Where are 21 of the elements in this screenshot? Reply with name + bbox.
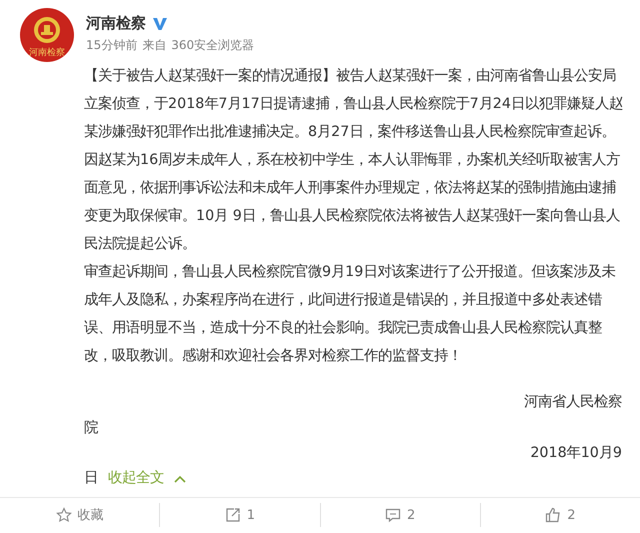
post-paragraph: 审查起诉期间，鲁山县人民检察院官微9月19日对该案进行了公开报道。但该案涉及未成年人及隐私，办案程序尚在进行，此间进行报道是错误的，并且报道中多处表述错误、用语明显不当，造成十分不良的社会影响。我院已责成鲁山县人民检察院认真整改，吸取教训。感谢和欢迎社会各界对检察工作的监督支持！ [84,262,616,366]
caret-icon [174,474,186,482]
comment-icon [384,507,401,523]
collapse-link[interactable]: 收起全文 [108,466,164,491]
signature: 院 [84,419,98,438]
favorite-button[interactable]: 收藏 [0,503,160,527]
thumbs-up-icon [545,507,562,523]
source-label: 来自 [142,37,166,54]
comment-button[interactable]: 2 [320,503,480,527]
avatar-logo[interactable]: 河南检察 [20,8,74,62]
post-paragraph: 【关于被告人赵某强奸一案的情况通报】被告人赵某强奸一案，由河南省鲁山县公安局立案侦查，于2018年7月17日提请逮捕，鲁山县人民检察院于7月24日以犯罪嫌疑人赵某涉嫌强奸犯罪作出批准逮捕决定。8月27日，案件移送鲁山县人民检察院审查起诉。因赵某为16周岁未成年人，系在校初中学生，本人认罪悔罪，办案机关经听取被害人方面意见，依据刑事诉讼法和未成年人刑事案件办理规定，依法将赵某的强制措施由逮捕变更为取保候审。10月 9日，鲁山县人民检察院依法将被告人赵某强奸一案向鲁山县人民法院提起公诉。 [84,66,624,254]
post-date: 2018年10月9 [529,444,623,463]
star-icon [56,507,72,523]
post-time: 15分钟前 [86,37,138,54]
post-date: 日 [84,469,98,488]
share-icon [224,507,241,523]
repost-button[interactable]: 1 [159,503,320,527]
account-name[interactable]: 河南检察 [86,14,146,33]
like-button[interactable]: 2 [480,503,640,527]
signature: 河南省人民检察 [523,392,623,412]
source-app: 360安全浏览器 [171,37,254,54]
